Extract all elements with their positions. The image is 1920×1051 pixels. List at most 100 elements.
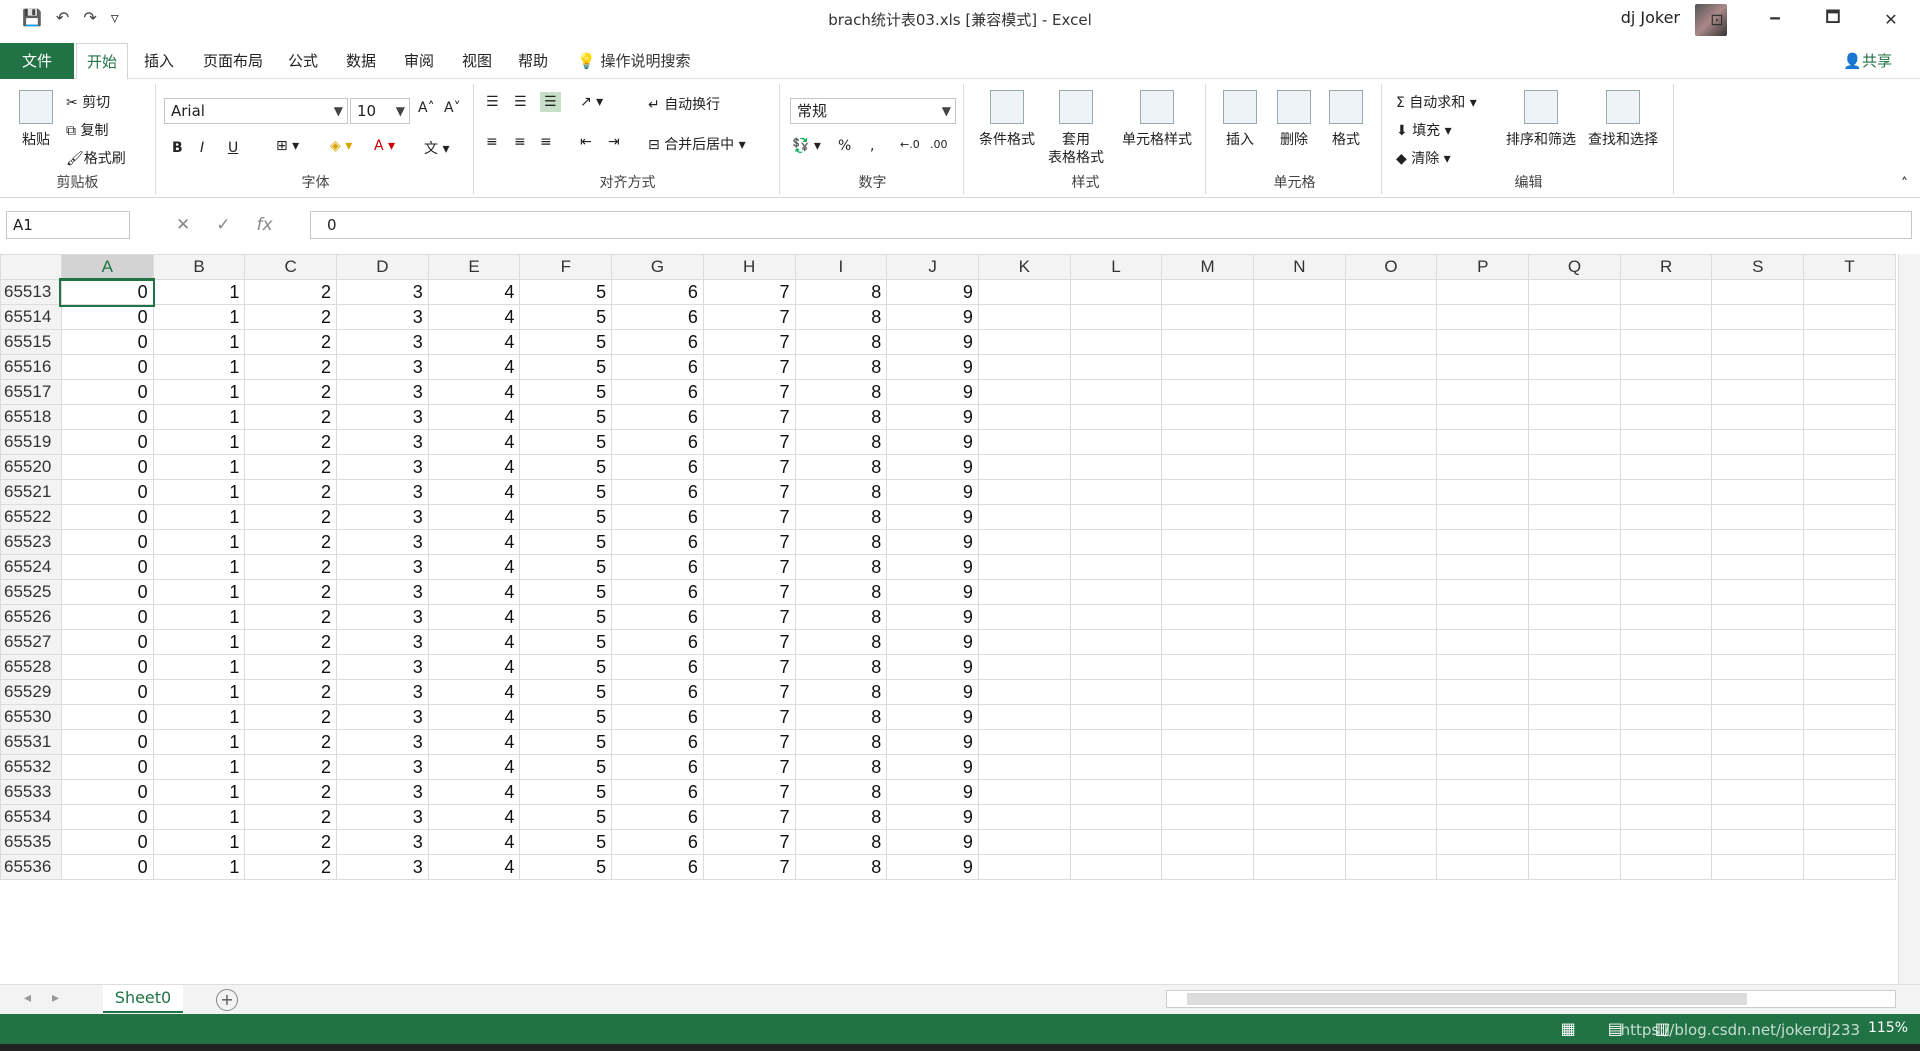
cell[interactable] (1711, 829, 1805, 855)
cell[interactable] (1619, 329, 1713, 355)
cell[interactable]: 6 (611, 529, 704, 555)
font-size-select[interactable]: 10 ▼ (350, 98, 410, 124)
cell[interactable]: 8 (794, 479, 888, 505)
cell[interactable]: 8 (794, 579, 888, 605)
cell[interactable]: 1 (152, 329, 246, 355)
cell[interactable]: 6 (611, 729, 704, 755)
tell-me-search[interactable]: 💡 操作说明搜索 (577, 43, 690, 79)
cell[interactable]: 2 (244, 704, 338, 730)
cell[interactable] (1528, 279, 1621, 305)
cell[interactable]: 6 (611, 579, 704, 605)
cell[interactable] (1803, 829, 1896, 855)
cell[interactable] (1069, 554, 1163, 580)
cell[interactable] (1619, 429, 1713, 455)
align-right-icon[interactable]: ≡ (540, 134, 552, 150)
ribbon-display-icon[interactable]: ⊡ (1688, 0, 1746, 38)
cell[interactable]: 3 (336, 429, 429, 455)
cell[interactable]: 8 (794, 654, 888, 680)
cell[interactable] (1436, 754, 1530, 780)
cell[interactable] (1436, 679, 1530, 705)
cell[interactable]: 2 (244, 429, 338, 455)
cell[interactable]: 8 (794, 704, 888, 730)
cell[interactable]: 0 (60, 704, 154, 730)
merge-center-button[interactable]: ⊟ 合并后居中 ▾ (648, 134, 746, 154)
cell[interactable] (1069, 604, 1163, 630)
cell[interactable]: 6 (611, 604, 704, 630)
cell[interactable]: 1 (152, 529, 246, 555)
number-format-select[interactable]: 常规 ▼ (790, 98, 956, 124)
cell[interactable]: 0 (60, 604, 154, 630)
cell[interactable] (1528, 704, 1621, 730)
cell[interactable] (1161, 704, 1254, 730)
cell[interactable] (1344, 404, 1438, 430)
cell[interactable]: 9 (886, 854, 979, 880)
cell[interactable]: 0 (60, 854, 154, 880)
cell[interactable]: 6 (611, 629, 704, 655)
cell[interactable]: 6 (611, 504, 704, 530)
cell[interactable]: 9 (886, 504, 979, 530)
cell[interactable] (977, 754, 1071, 780)
cell[interactable]: 3 (336, 804, 429, 830)
cell[interactable]: 6 (611, 329, 704, 355)
cell[interactable]: 7 (702, 404, 796, 430)
cell[interactable]: 6 (611, 854, 704, 880)
cell[interactable] (1344, 279, 1438, 305)
cell[interactable]: 1 (152, 404, 246, 430)
cell[interactable]: 0 (60, 529, 154, 555)
cell[interactable] (1711, 404, 1805, 430)
cell[interactable] (1161, 429, 1254, 455)
cell[interactable] (1252, 279, 1346, 305)
cell[interactable] (1711, 279, 1805, 305)
cell[interactable] (1619, 279, 1713, 305)
cell[interactable]: 0 (60, 729, 154, 755)
insert-function-icon[interactable]: fx (257, 215, 273, 235)
cell[interactable] (1252, 554, 1346, 580)
cell[interactable]: 5 (519, 554, 613, 580)
cell[interactable]: 9 (886, 804, 979, 830)
cell[interactable] (1344, 354, 1438, 380)
cell[interactable] (977, 454, 1071, 480)
cell[interactable] (1161, 379, 1254, 405)
cell[interactable]: 8 (794, 779, 888, 805)
cell[interactable]: 5 (519, 804, 613, 830)
cell[interactable]: 7 (702, 304, 796, 330)
cell[interactable]: 9 (886, 429, 979, 455)
cell[interactable] (1711, 854, 1805, 880)
cell[interactable] (1711, 379, 1805, 405)
cell[interactable] (1528, 354, 1621, 380)
cell[interactable]: 9 (886, 654, 979, 680)
cell[interactable] (977, 329, 1071, 355)
cell[interactable] (1069, 829, 1163, 855)
redo-icon[interactable]: ↷ (83, 8, 96, 27)
cell[interactable] (1619, 829, 1713, 855)
cell[interactable]: 7 (702, 629, 796, 655)
cell[interactable] (1344, 429, 1438, 455)
enter-icon[interactable]: ✓ (216, 215, 230, 235)
cell[interactable]: 3 (336, 729, 429, 755)
cell[interactable]: 1 (152, 504, 246, 530)
row-header[interactable]: 65528 (0, 654, 62, 680)
underline-button[interactable]: U (228, 140, 238, 156)
cell[interactable] (1803, 854, 1896, 880)
cell[interactable]: 4 (427, 729, 521, 755)
cell[interactable] (1436, 454, 1530, 480)
cell[interactable] (1161, 354, 1254, 380)
fill-button[interactable]: ⬇ 填充 ▾ (1396, 120, 1452, 140)
cell[interactable]: 5 (519, 704, 613, 730)
name-box[interactable]: A1 (6, 211, 130, 239)
sort-filter-button[interactable]: 排序和筛选 (1504, 90, 1578, 149)
cell[interactable]: 7 (702, 479, 796, 505)
row-header[interactable]: 65526 (0, 604, 62, 630)
cell[interactable] (1161, 604, 1254, 630)
customize-qat-icon[interactable]: ▿ (111, 8, 119, 27)
column-header[interactable]: P (1436, 254, 1530, 280)
column-header[interactable]: N (1252, 254, 1346, 280)
cell[interactable]: 4 (427, 529, 521, 555)
cell[interactable] (1528, 379, 1621, 405)
middle-align-icon[interactable]: ☰ (514, 94, 527, 110)
cell[interactable] (1252, 404, 1346, 430)
cell[interactable]: 8 (794, 729, 888, 755)
fill-color-icon[interactable]: ◈ ▾ (330, 138, 352, 154)
cell[interactable] (1069, 304, 1163, 330)
cell[interactable]: 6 (611, 404, 704, 430)
